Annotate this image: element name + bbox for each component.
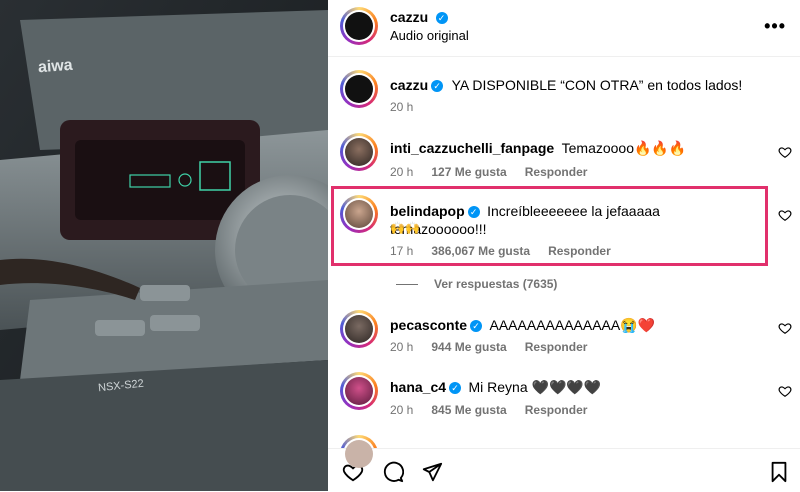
comment-time: 20 h — [390, 403, 414, 417]
caption-username[interactable]: cazzu — [390, 77, 428, 93]
like-heart-icon[interactable] — [778, 208, 792, 222]
share-icon[interactable] — [421, 461, 443, 483]
reply-button[interactable]: Responder — [525, 340, 588, 354]
reply-button[interactable]: Responder — [525, 165, 588, 179]
verified-icon: ✓ — [435, 12, 448, 24]
comment-avatar[interactable] — [340, 195, 378, 233]
comment-row: belindapop ✓ Increíbleeeeeee la jefaaaaa … — [390, 203, 760, 239]
post-header: cazzu ✓ Audio original ••• — [328, 0, 800, 57]
comment-avatar[interactable] — [340, 133, 378, 171]
author-username[interactable]: cazzu — [390, 9, 428, 25]
reply-button[interactable]: Responder — [548, 244, 611, 258]
comment-text-continued: 🙌🙌 — [390, 221, 420, 235]
more-options-icon[interactable]: ••• — [764, 16, 786, 37]
comment-meta: 20 h 845 Me gusta Responder — [390, 403, 605, 417]
save-bookmark-icon[interactable] — [768, 461, 790, 483]
verified-icon: ✓ — [470, 320, 483, 332]
comment-likes[interactable]: 386,067 Me gusta — [431, 244, 530, 258]
comment-username[interactable]: hana_c4 — [390, 379, 446, 395]
comment-username[interactable]: belindapop — [390, 203, 465, 219]
comment-time: 17 h — [390, 244, 414, 258]
comment-time: 20 h — [390, 340, 414, 354]
comment-username[interactable]: inti_cazzuchelli_fanpage — [390, 140, 554, 156]
comment-time: 20 h — [390, 165, 414, 179]
comment-avatar[interactable] — [340, 372, 378, 410]
comment-icon[interactable] — [382, 461, 404, 483]
comment-text: Mi Reyna 🖤🖤🖤🖤 — [468, 379, 602, 395]
comment-meta: 17 h 386,067 Me gusta Responder — [390, 244, 629, 258]
comment-avatar[interactable] — [340, 310, 378, 348]
comment-meta: 20 h 944 Me gusta Responder — [390, 340, 605, 354]
comments-panel: cazzu ✓ Audio original ••• cazzu ✓ YA DIS… — [328, 0, 800, 492]
view-replies-divider — [396, 284, 418, 285]
comment-text: Temazoooo🔥🔥🔥 — [561, 140, 687, 156]
verified-icon: ✓ — [449, 382, 462, 394]
post-media[interactable]: aiwa NSX-S22 — [0, 0, 328, 491]
view-replies-button[interactable]: Ver respuestas (7635) — [434, 277, 557, 291]
caption-meta: 20 h — [390, 100, 431, 114]
comment-username[interactable]: pecasconte — [390, 317, 467, 333]
audio-label[interactable]: Audio original — [390, 28, 469, 43]
comment-likes[interactable]: 944 Me gusta — [431, 340, 506, 354]
caption-avatar[interactable] — [340, 70, 378, 108]
comment-row: pecasconte ✓ AAAAAAAAAAAAAA😭❤️ — [390, 317, 655, 335]
verified-icon: ✓ — [431, 80, 444, 92]
like-heart-icon[interactable] — [778, 145, 792, 159]
comment-likes[interactable]: 845 Me gusta — [431, 403, 506, 417]
author-avatar[interactable] — [340, 7, 378, 45]
comment-meta: 20 h 127 Me gusta Responder — [390, 165, 605, 179]
like-heart-icon[interactable] — [778, 321, 792, 335]
comment-text: AAAAAAAAAAAAAA😭❤️ — [489, 317, 656, 333]
reply-button[interactable]: Responder — [525, 403, 588, 417]
caption: cazzu ✓ YA DISPONIBLE “CON OTRA” en todos… — [390, 77, 770, 95]
like-heart-icon[interactable] — [778, 384, 792, 398]
caption-time: 20 h — [390, 100, 414, 114]
comment-row: hana_c4 ✓ Mi Reyna 🖤🖤🖤🖤 — [390, 379, 601, 397]
brand-logo: aiwa — [37, 56, 74, 77]
comment-likes[interactable]: 127 Me gusta — [431, 165, 506, 179]
caption-text: YA DISPONIBLE “CON OTRA” en todos lados! — [451, 77, 743, 93]
action-bar — [328, 448, 800, 492]
comment-row: inti_cazzuchelli_fanpage Temazoooo🔥🔥🔥 — [390, 140, 686, 158]
verified-icon: ✓ — [467, 206, 480, 218]
